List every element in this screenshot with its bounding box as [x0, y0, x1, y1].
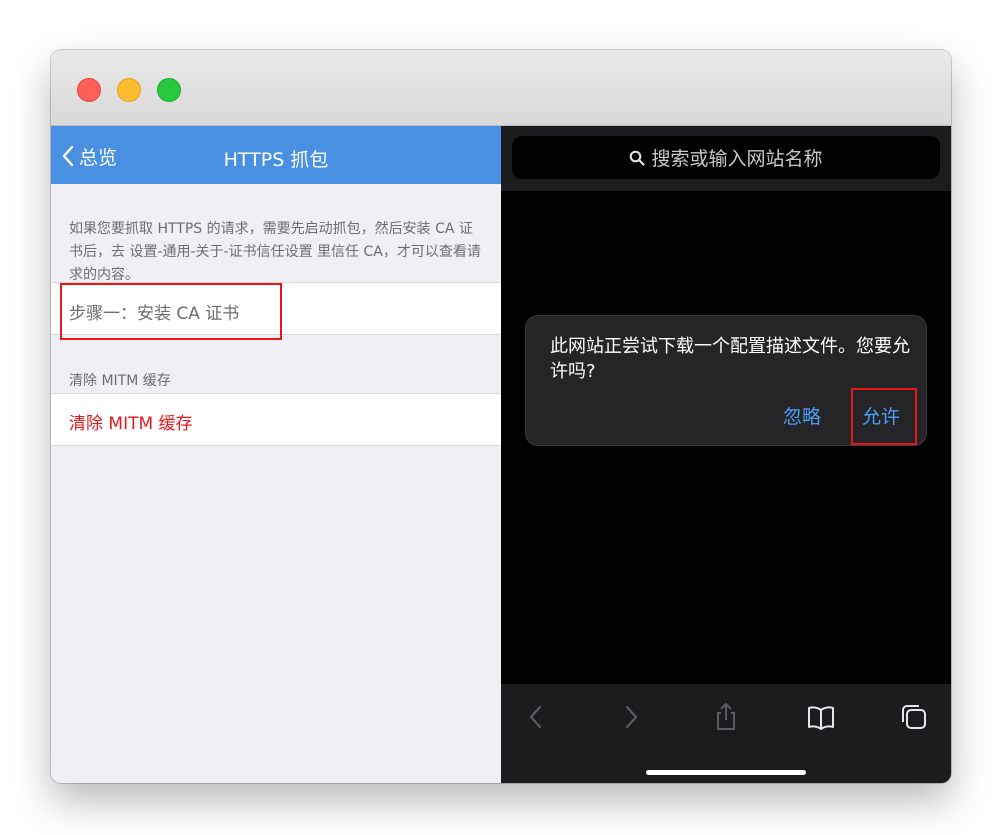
search-icon	[630, 150, 646, 166]
forward-arrow-icon[interactable]	[616, 702, 646, 732]
app-window: 总览 HTTPS 抓包 如果您要抓取 HTTPS 的请求，需要先启动抓包，然后安…	[51, 50, 951, 783]
search-placeholder: 搜索或输入网站名称	[651, 148, 823, 170]
settings-pane: 总览 HTTPS 抓包 如果您要抓取 HTTPS 的请求，需要先启动抓包，然后安…	[51, 126, 501, 783]
ignore-button[interactable]: 忽略	[783, 402, 821, 429]
bookmarks-icon[interactable]	[806, 702, 836, 732]
address-search-bar[interactable]: 搜索或输入网站名称	[512, 136, 940, 179]
page-title: HTTPS 抓包	[223, 149, 329, 171]
home-indicator	[646, 770, 806, 775]
https-description: 如果您要抓取 HTTPS 的请求，需要先启动抓包，然后安装 CA 证书后，去 设…	[69, 221, 481, 283]
browser-top-bar: 搜索或输入网站名称	[501, 126, 951, 191]
back-arrow-icon[interactable]	[521, 702, 551, 732]
nav-bar: 总览 HTTPS 抓包	[51, 126, 501, 184]
tabs-icon[interactable]	[899, 702, 929, 732]
close-window-button[interactable]	[77, 78, 101, 102]
share-icon[interactable]	[711, 702, 741, 732]
minimize-window-button[interactable]	[117, 78, 141, 102]
clear-mitm-cache-row[interactable]: 清除 MITM 缓存	[51, 393, 501, 446]
clear-mitm-cache-label: 清除 MITM 缓存	[69, 414, 193, 434]
mitm-section-header: 清除 MITM 缓存	[69, 373, 171, 389]
title-bar	[51, 50, 951, 126]
highlight-box-allow	[851, 388, 917, 445]
zoom-window-button[interactable]	[157, 78, 181, 102]
highlight-box-install-ca	[60, 283, 282, 340]
alert-message: 此网站正尝试下载一个配置描述文件。您要允许吗?	[550, 336, 910, 382]
browser-pane: 搜索或输入网站名称 此网站正尝试下载一个配置描述文件。您要允许吗? 忽略 允许	[501, 126, 951, 783]
browser-toolbar	[501, 684, 951, 783]
